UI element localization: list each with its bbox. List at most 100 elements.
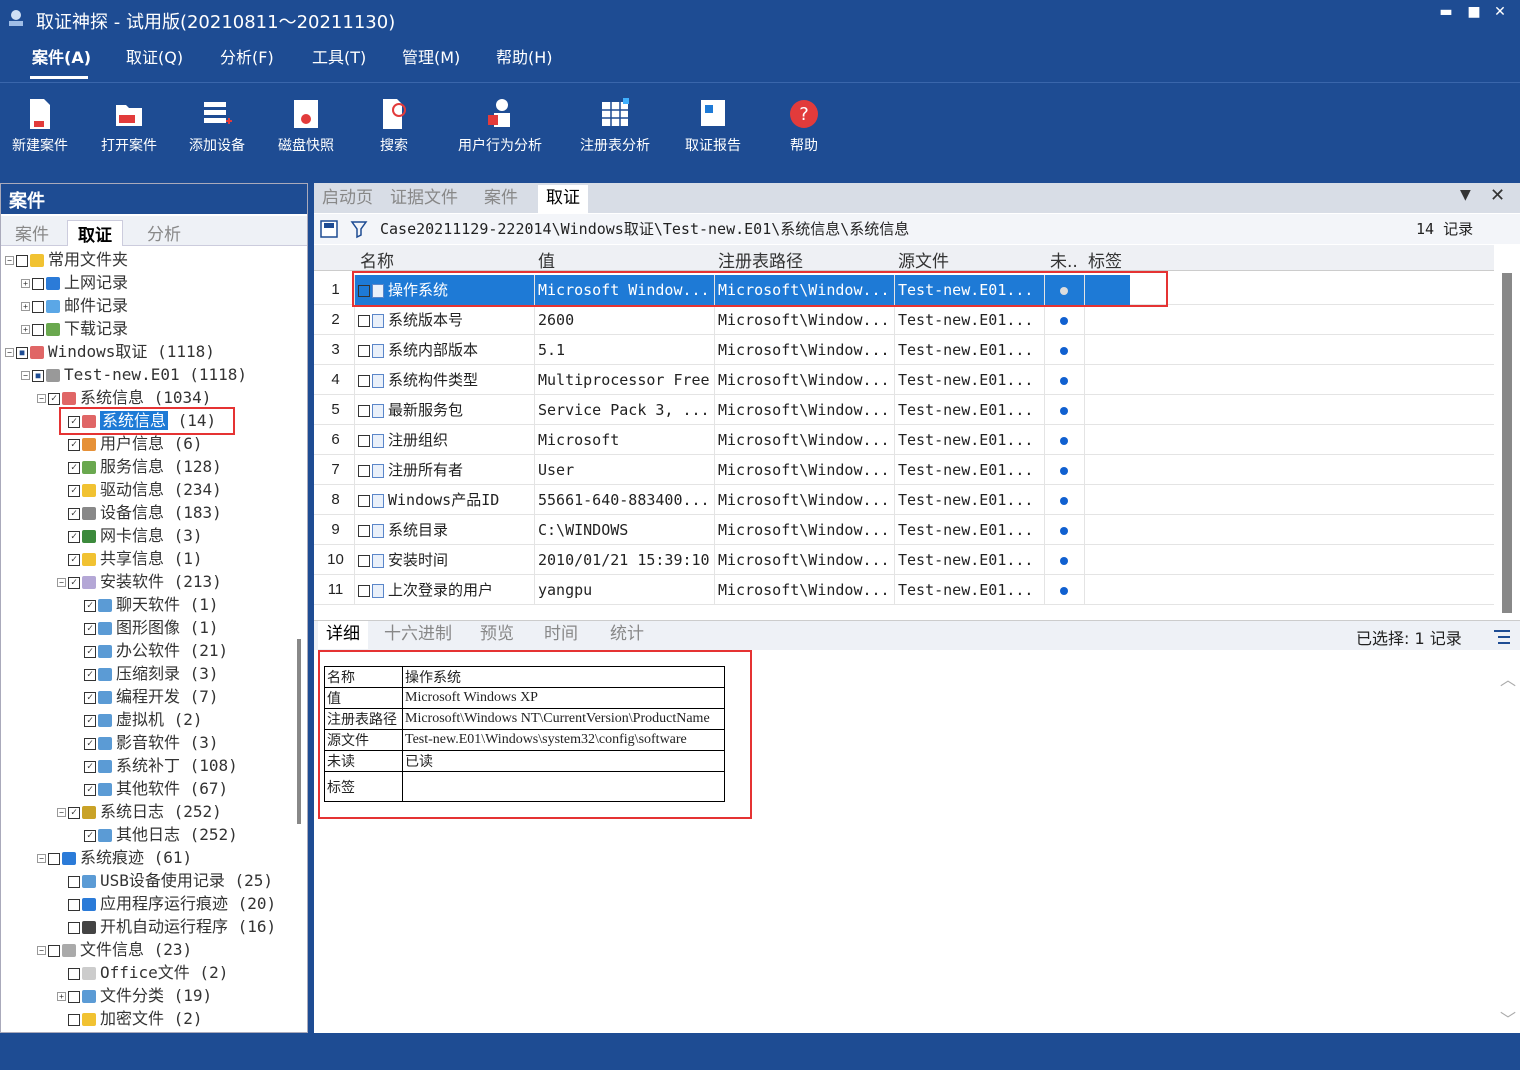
tree-checkbox[interactable]: ✓ [48,392,60,405]
collapse-icon[interactable]: − [5,348,14,357]
maximize-button[interactable]: ■ [1462,4,1486,24]
tree-checkbox[interactable] [32,323,44,336]
tree-node[interactable]: − ✓ 安装软件 (213) [57,570,222,593]
tab-forensics-doc[interactable]: 取证 [538,185,588,213]
tab-statistics[interactable]: 统计 [602,621,652,649]
tree-checkbox[interactable]: ✓ [84,714,96,727]
tree-node[interactable]: ✓ 共享信息 (1) [57,547,203,570]
tab-start-page[interactable]: 启动页 [314,185,381,213]
tree-node[interactable]: + 文件分类 (19) [57,984,212,1007]
tab-dropdown-icon[interactable]: ▼ [1460,187,1471,203]
tree-node[interactable]: 加密文件 (2) [57,1007,203,1030]
tree-checkbox[interactable]: ✓ [68,507,80,520]
tree-node[interactable]: − ✓ 系统日志 (252) [57,800,222,823]
tree-node[interactable]: − 文件信息 (23) [37,938,192,961]
tab-case-doc[interactable]: 案件 [476,185,526,213]
tree-node[interactable]: ✓ 虚拟机 (2) [73,708,203,731]
tree-checkbox[interactable]: ✓ [68,576,80,589]
tree-checkbox[interactable] [68,990,80,1003]
tree-node[interactable]: ✓ 设备信息 (183) [57,501,222,524]
row-checkbox[interactable] [358,464,370,477]
tree-checkbox[interactable] [68,1013,80,1026]
tree-node[interactable]: − 系统痕迹 (61) [37,846,192,869]
open-case-button[interactable]: 打开案件 [84,91,174,163]
tree-checkbox[interactable] [68,921,80,934]
col-unread-header[interactable]: 未.. [1050,247,1078,272]
table-row[interactable]: 3 系统内部版本 5.1 Microsoft\Window... Test-new.E0… [314,335,1494,365]
tree-node[interactable]: + 邮件记录 [21,294,128,317]
expand-icon[interactable]: + [21,279,30,288]
tree-node[interactable]: ✓ 聊天软件 (1) [73,593,219,616]
filter-icon[interactable] [350,219,370,239]
tree-node[interactable]: ✓ 编程开发 (7) [73,685,219,708]
minimize-button[interactable]: ▬ [1434,4,1458,24]
scroll-up-icon[interactable]: ︿ [1500,666,1516,690]
tree-node[interactable]: ✓ 网卡信息 (3) [57,524,203,547]
add-device-button[interactable]: 添加设备 [172,91,262,163]
table-row[interactable]: 1 操作系统 Microsoft Window... Microsoft\Window… [314,275,1494,305]
tab-preview[interactable]: 预览 [472,621,522,649]
expand-icon[interactable]: + [57,992,66,1001]
col-tag-header[interactable]: 标签 [1088,247,1122,272]
collapse-icon[interactable]: − [57,808,66,817]
col-name-header[interactable]: 名称 [360,247,394,272]
row-checkbox[interactable] [358,554,370,567]
new-case-button[interactable]: 新建案件 [0,91,85,163]
collapse-icon[interactable]: − [5,256,14,265]
tree-node[interactable]: ✓ 图形图像 (1) [73,616,219,639]
expand-icon[interactable]: + [21,325,30,334]
disk-snapshot-button[interactable]: 磁盘快照 [261,91,351,163]
collapse-icon[interactable]: − [37,854,46,863]
tab-case[interactable]: 案件 [5,220,59,246]
tree-node[interactable]: − ■ Windows取证 (1118) [5,340,215,363]
forensic-report-button[interactable]: 取证报告 [668,91,758,163]
tree-node[interactable]: + 上网记录 [21,271,128,294]
tab-analysis[interactable]: 分析 [137,220,191,246]
tree-checkbox[interactable] [68,898,80,911]
tab-hex[interactable]: 十六进制 [376,621,460,649]
tab-forensics[interactable]: 取证 [67,220,123,246]
table-row[interactable]: 6 注册组织 Microsoft Microsoft\Window... Test-ne… [314,425,1494,455]
col-regpath-header[interactable]: 注册表路径 [718,247,803,272]
grid-scrollbar[interactable] [1502,273,1512,613]
row-checkbox[interactable] [358,374,370,387]
tree-node[interactable]: 应用程序运行痕迹 (20) [57,892,276,915]
tree-node[interactable]: − 常用文件夹 [5,248,128,271]
col-source-header[interactable]: 源文件 [898,247,949,272]
collapse-icon[interactable]: − [57,578,66,587]
tree-checkbox[interactable] [32,300,44,313]
user-behavior-button[interactable]: 用户行为分析 [455,91,545,163]
tree-node[interactable]: ✓ 其他日志 (252) [73,823,238,846]
tree-node[interactable]: − ■ Test-new.E01 (1118) [21,363,247,386]
tree-checkbox[interactable] [32,277,44,290]
menu-forensics[interactable]: 取证(Q) [126,44,183,68]
tree-checkbox[interactable] [48,852,60,865]
save-icon[interactable] [320,220,338,238]
scroll-down-icon[interactable]: ﹀ [1500,1006,1516,1030]
tree-checkbox[interactable]: ✓ [84,622,96,635]
menu-help[interactable]: 帮助(H) [496,44,553,68]
collapse-icon[interactable]: − [21,371,30,380]
tab-time[interactable]: 时间 [536,621,586,649]
tree-checkbox[interactable]: ✓ [84,783,96,796]
tree-checkbox[interactable]: ✓ [84,691,96,704]
menu-manage[interactable]: 管理(M) [402,44,460,68]
table-row[interactable]: 11 上次登录的用户 yangpu Microsoft\Window... Test-n… [314,575,1494,605]
table-row[interactable]: 9 系统目录 C:\WINDOWS Microsoft\Window... Test-n… [314,515,1494,545]
tree-node[interactable]: USB设备使用记录 (25) [57,869,273,892]
table-row[interactable]: 7 注册所有者 User Microsoft\Window... Test-new.E0… [314,455,1494,485]
tree-checkbox[interactable]: ■ [32,369,44,382]
tree-checkbox[interactable]: ■ [16,346,28,359]
tree-checkbox[interactable]: ✓ [84,668,96,681]
close-button[interactable]: ✕ [1488,4,1512,24]
table-row[interactable]: 2 系统版本号 2600 Microsoft\Window... Test-new.E0… [314,305,1494,335]
search-button[interactable]: 搜索 [349,91,439,163]
table-row[interactable]: 4 系统构件类型 Multiprocessor Free Microsoft\Wind… [314,365,1494,395]
tree-checkbox[interactable]: ✓ [84,645,96,658]
tree-checkbox[interactable] [48,944,60,957]
tree-checkbox[interactable]: ✓ [68,530,80,543]
menu-case[interactable]: 案件(A) [32,44,91,68]
tab-evidence-files[interactable]: 证据文件 [382,185,466,213]
collapse-icon[interactable]: − [37,394,46,403]
table-row[interactable]: 5 最新服务包 Service Pack 3, ... Microsoft\Windo… [314,395,1494,425]
